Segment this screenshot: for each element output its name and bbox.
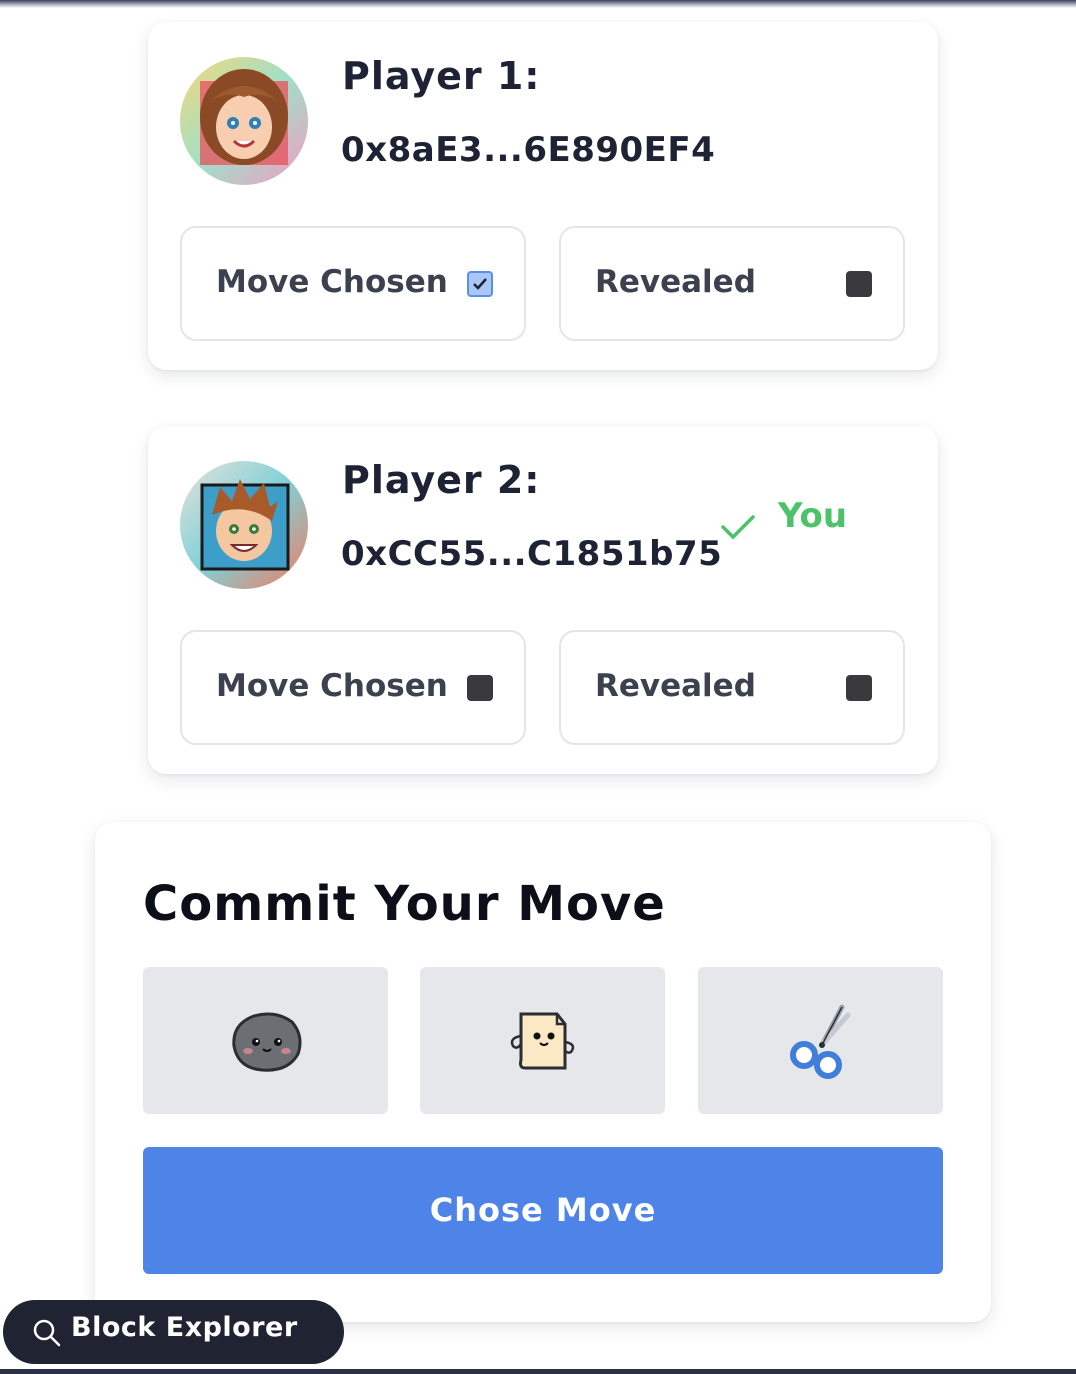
player-1-revealed-box: Revealed: [559, 226, 905, 341]
rock-icon: [231, 1012, 301, 1072]
commit-title: Commit Your Move: [143, 876, 666, 932]
move-chosen-label: Move Chosen: [216, 668, 448, 704]
paper-button[interactable]: [420, 967, 665, 1114]
player-2-avatar: [180, 461, 308, 589]
player-1-move-chosen-box: Move Chosen: [180, 226, 526, 341]
player-card-2: Player 2: 0xCC55...C1851b75 You Move Cho…: [148, 426, 938, 774]
player-1-avatar: [180, 57, 308, 185]
scissors-icon: [789, 1004, 850, 1079]
player-1-label: Player 1:: [342, 54, 541, 98]
paper-icon: [510, 1012, 574, 1069]
revealed-label: Revealed: [595, 668, 756, 704]
move-chosen-label: Move Chosen: [216, 264, 448, 300]
player-1-revealed-checkbox[interactable]: [846, 271, 872, 297]
revealed-label: Revealed: [595, 264, 756, 300]
rock-button[interactable]: [143, 967, 388, 1114]
block-explorer-label: Block Explorer: [71, 1312, 298, 1343]
player-2-move-chosen-box: Move Chosen: [180, 630, 526, 745]
player-card-1: Player 1: 0x8aE3...6E890EF4 Move Chosen …: [148, 22, 938, 370]
browser-top-strip: [0, 0, 1076, 8]
scissors-button[interactable]: [698, 967, 943, 1114]
check-icon: [721, 515, 755, 540]
chose-move-button[interactable]: Chose Move: [143, 1147, 943, 1274]
you-badge: You: [778, 496, 848, 536]
player-2-revealed-checkbox[interactable]: [846, 675, 872, 701]
player-1-address: 0x8aE3...6E890EF4: [341, 130, 716, 170]
commit-move-card: Commit Your Move Chose Move: [95, 822, 991, 1322]
player-2-revealed-box: Revealed: [559, 630, 905, 745]
block-explorer-button[interactable]: Block Explorer: [3, 1300, 344, 1364]
player-2-address: 0xCC55...C1851b75: [341, 534, 723, 574]
player-2-label: Player 2:: [342, 458, 541, 502]
search-icon: [33, 1319, 61, 1347]
player-2-move-chosen-checkbox[interactable]: [467, 675, 493, 701]
checkmark-icon: [473, 278, 487, 290]
player-1-move-chosen-checkbox[interactable]: [467, 271, 493, 297]
bottom-strip: [0, 1369, 1076, 1374]
